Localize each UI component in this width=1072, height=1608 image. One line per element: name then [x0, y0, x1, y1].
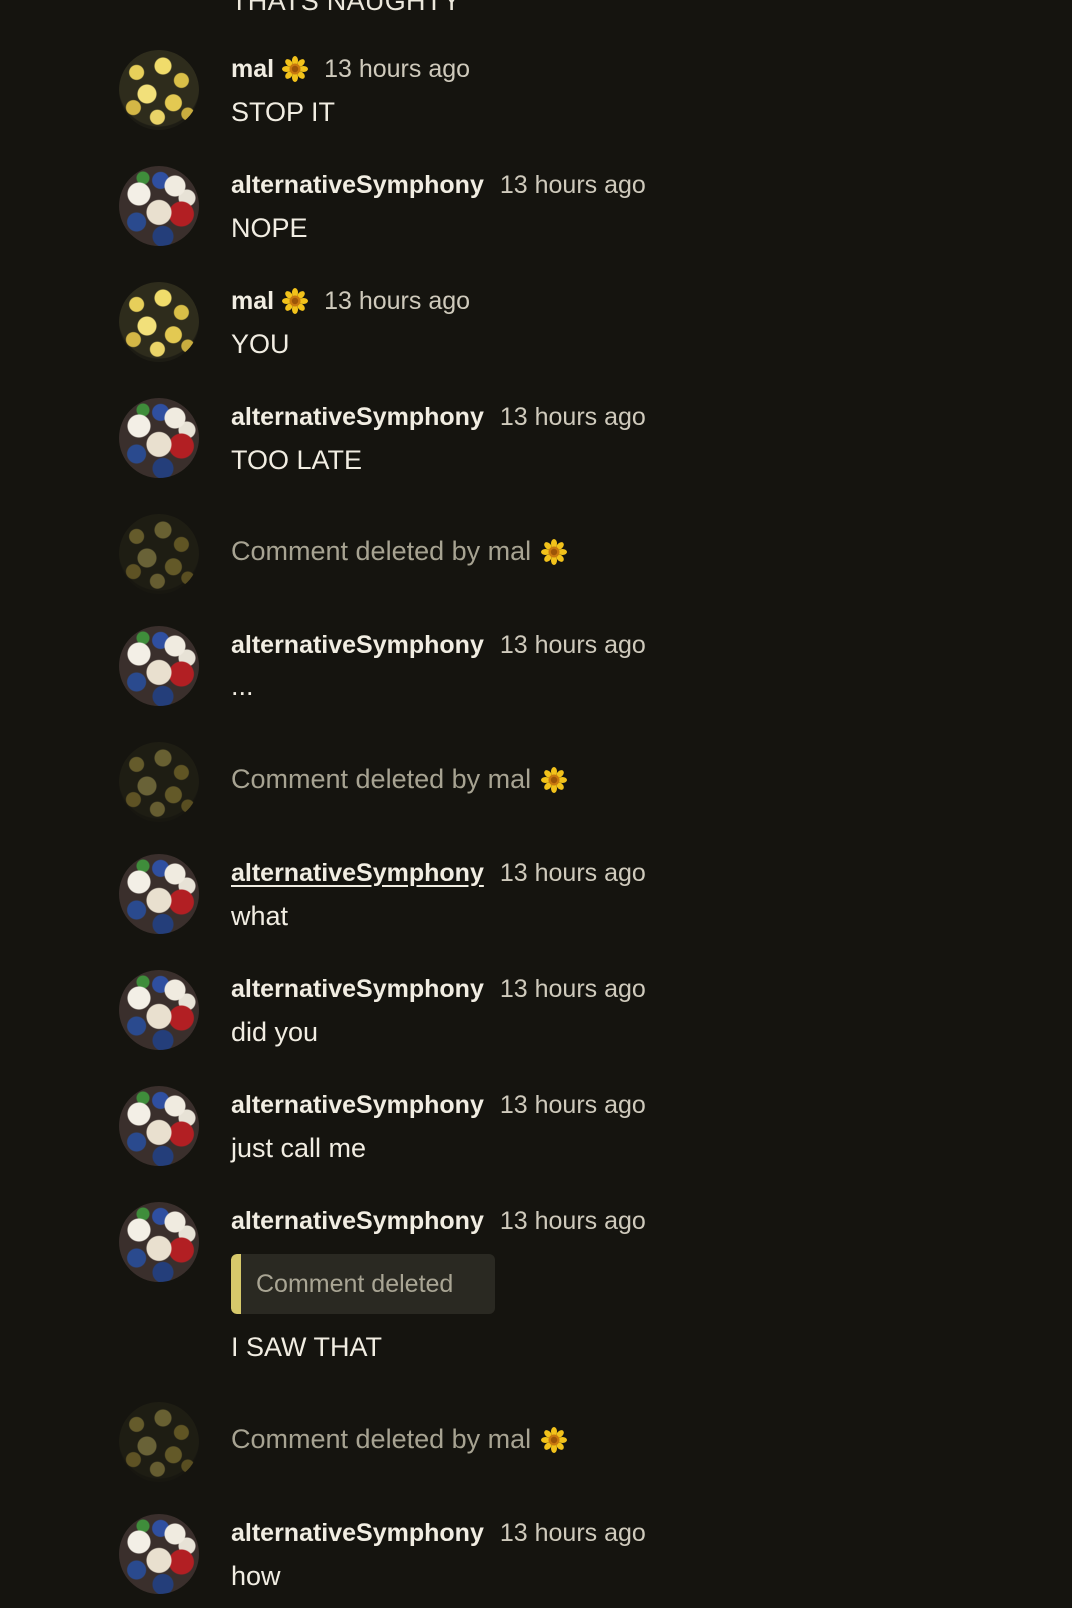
sunflower-icon — [541, 539, 567, 565]
comment-text: just call me — [231, 1133, 367, 1163]
comment-author[interactable]: alternativeSymphony — [231, 975, 484, 1004]
avatar[interactable] — [119, 50, 199, 130]
avatar[interactable] — [119, 626, 199, 706]
comment-text-partial: THATS NAUGHTY — [231, 0, 461, 16]
comment-meta: alternativeSymphony 13 hours ago — [231, 401, 646, 433]
deleted-comment-notice: Comment deleted by mal — [231, 536, 567, 567]
comment-timestamp[interactable]: 13 hours ago — [324, 55, 470, 84]
reply-quote[interactable]: Comment deleted — [231, 1254, 495, 1314]
deleted-comment-notice: Comment deleted by mal — [231, 764, 567, 795]
comment-author[interactable]: alternativeSymphony — [231, 1519, 484, 1548]
avatar — [119, 514, 199, 594]
comment-timestamp[interactable]: 13 hours ago — [324, 287, 470, 316]
comment-timestamp[interactable]: 13 hours ago — [500, 403, 646, 432]
comment-timestamp[interactable]: 13 hours ago — [500, 975, 646, 1004]
reply-quote-text: Comment deleted — [256, 1269, 454, 1298]
deleted-comment-text: Comment deleted by mal — [231, 764, 532, 794]
comment-meta: mal 13 hours ago — [231, 285, 470, 317]
comment-text: what — [231, 901, 289, 931]
avatar[interactable] — [119, 854, 199, 934]
comment-timestamp[interactable]: 13 hours ago — [500, 1519, 646, 1548]
avatar[interactable] — [119, 282, 199, 362]
comment-meta: mal 13 hours ago — [231, 53, 470, 85]
avatar[interactable] — [119, 1514, 199, 1594]
avatar — [119, 742, 199, 822]
deleted-comment-text: Comment deleted by mal — [231, 1424, 532, 1454]
comment-timestamp[interactable]: 13 hours ago — [500, 171, 646, 200]
comment-timestamp[interactable]: 13 hours ago — [500, 1091, 646, 1120]
comment-author[interactable]: alternativeSymphony — [231, 171, 484, 200]
comment-meta: alternativeSymphony 13 hours ago — [231, 1089, 646, 1121]
avatar[interactable] — [119, 970, 199, 1050]
comment-author[interactable]: alternativeSymphony — [231, 403, 484, 432]
comment-text: ... — [231, 671, 254, 701]
comment-author[interactable]: mal — [231, 55, 274, 84]
sunflower-icon — [282, 56, 308, 82]
quote-accent-bar — [231, 1254, 241, 1314]
deleted-comment-notice: Comment deleted by mal — [231, 1424, 567, 1455]
comment-text: did you — [231, 1017, 319, 1047]
sunflower-icon — [541, 1427, 567, 1453]
comment-meta: alternativeSymphony 13 hours ago — [231, 973, 646, 1005]
avatar[interactable] — [119, 166, 199, 246]
comment-author[interactable]: mal — [231, 287, 274, 316]
avatar — [119, 1402, 199, 1482]
comment-timestamp[interactable]: 13 hours ago — [500, 631, 646, 660]
comment-text: YOU — [231, 329, 290, 359]
sunflower-icon — [282, 288, 308, 314]
comment-timestamp[interactable]: 13 hours ago — [500, 1207, 646, 1236]
comment-author[interactable]: alternativeSymphony — [231, 859, 484, 888]
comment-text: I SAW THAT — [231, 1332, 383, 1362]
deleted-comment-text: Comment deleted by mal — [231, 536, 532, 566]
sunflower-icon — [541, 767, 567, 793]
comment-text: NOPE — [231, 213, 308, 243]
comment-author[interactable]: alternativeSymphony — [231, 1091, 484, 1120]
comment-meta: alternativeSymphony 13 hours ago — [231, 857, 646, 889]
comment-author[interactable]: alternativeSymphony — [231, 1207, 484, 1236]
avatar[interactable] — [119, 1202, 199, 1282]
comment-text: TOO LATE — [231, 445, 363, 475]
comment-text: how — [231, 1561, 281, 1591]
comment-meta: alternativeSymphony 13 hours ago — [231, 629, 646, 661]
comment-meta: alternativeSymphony 13 hours ago — [231, 169, 646, 201]
comment-meta: alternativeSymphony 13 hours ago — [231, 1205, 646, 1237]
comment-meta: alternativeSymphony 13 hours ago — [231, 1517, 646, 1549]
avatar[interactable] — [119, 1086, 199, 1166]
avatar[interactable] — [119, 398, 199, 478]
comment-author[interactable]: alternativeSymphony — [231, 631, 484, 660]
comment-feed: THATS NAUGHTY mal 13 hours ago STOP IT a… — [0, 0, 1072, 1608]
comment-timestamp[interactable]: 13 hours ago — [500, 859, 646, 888]
comment-text: STOP IT — [231, 97, 336, 127]
